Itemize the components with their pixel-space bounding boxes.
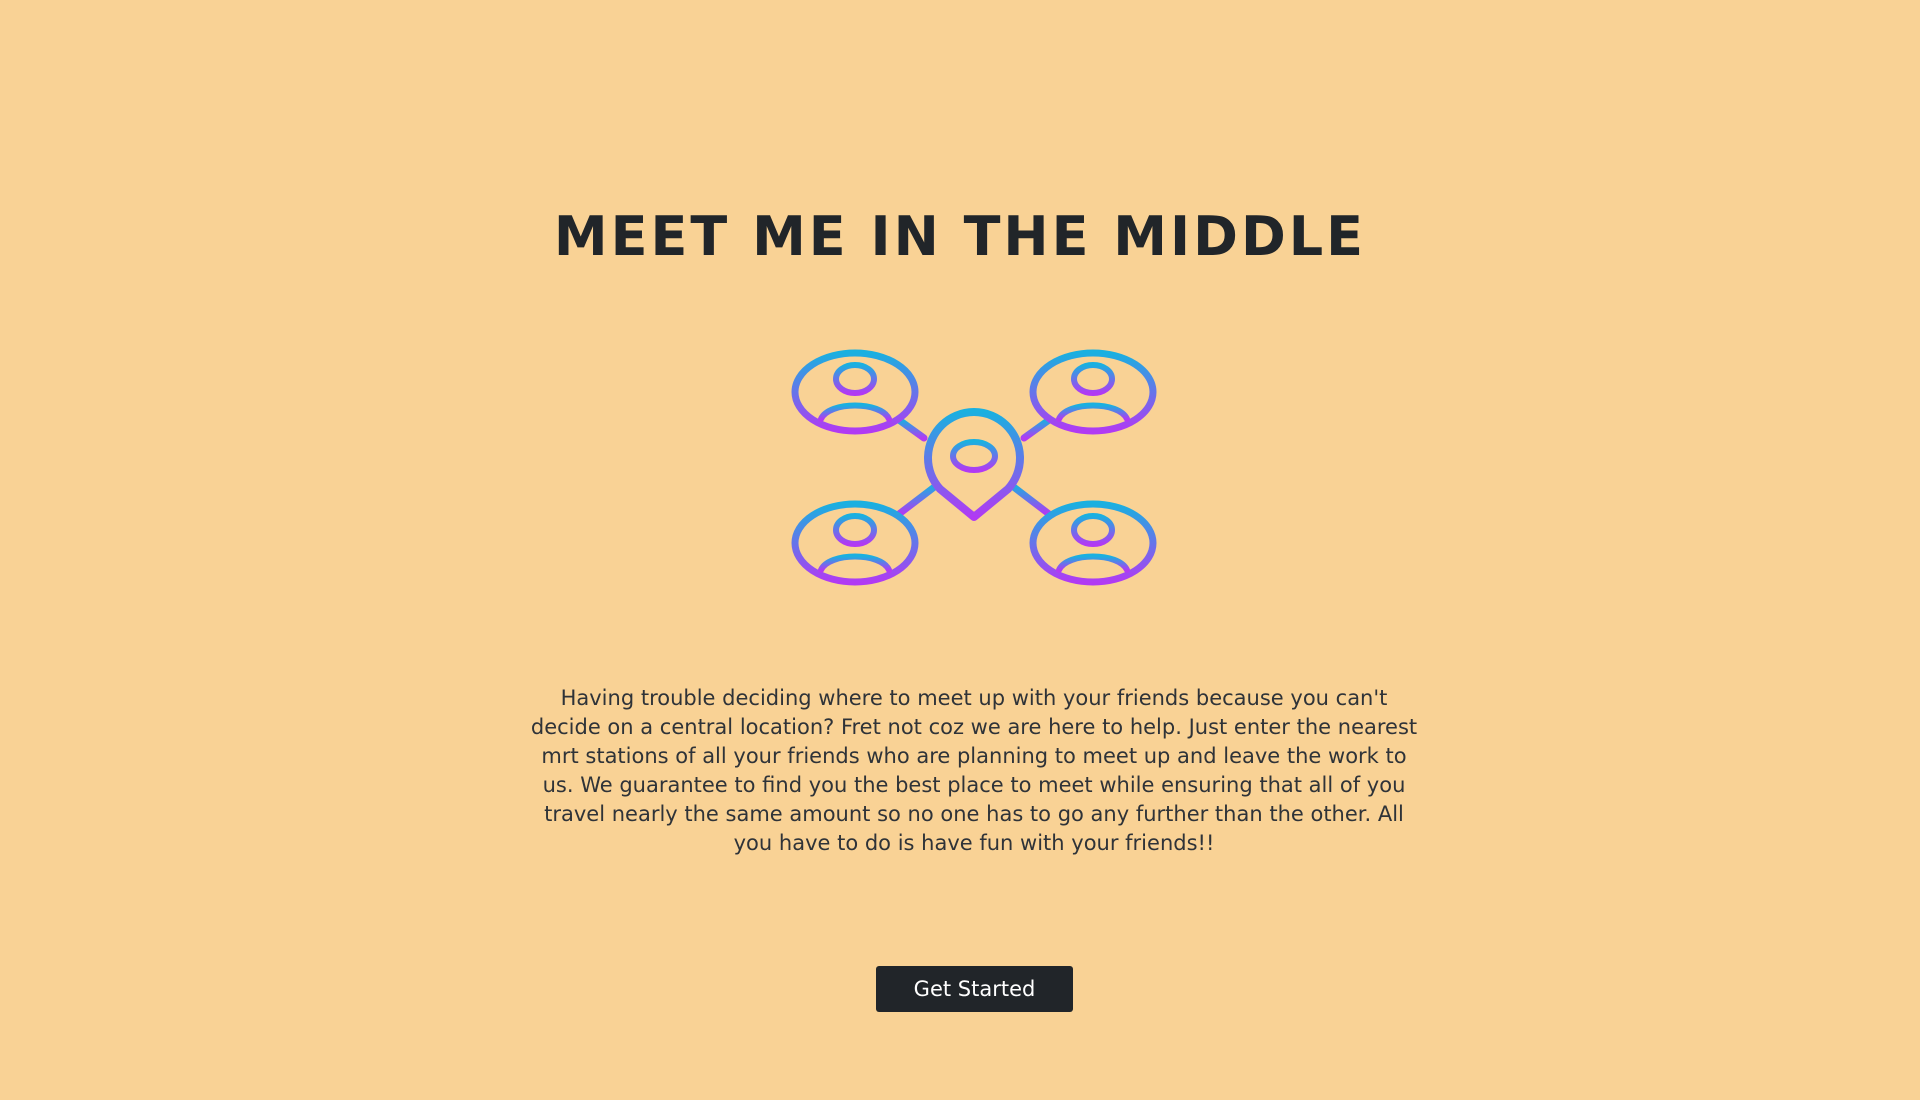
meetup-location-network-icon <box>791 349 1157 586</box>
user-avatar-icon <box>791 500 919 586</box>
page-title: MEET ME IN THE MIDDLE <box>553 205 1367 268</box>
user-avatar-icon <box>1029 349 1157 435</box>
user-avatar-icon <box>791 349 919 435</box>
get-started-button[interactable]: Get Started <box>876 966 1073 1012</box>
connector-line-top-right <box>1020 416 1053 442</box>
connector-line-top-left <box>895 416 928 442</box>
connector-line-bottom-left <box>895 481 941 518</box>
connector-line-bottom-right <box>1007 481 1053 518</box>
intro-description: Having trouble deciding where to meet up… <box>530 686 1418 855</box>
location-pin-icon <box>924 408 1024 521</box>
hero-section: MEET ME IN THE MIDDLE Having trouble dec… <box>0 0 1920 1100</box>
user-avatar-icon <box>1029 500 1157 586</box>
